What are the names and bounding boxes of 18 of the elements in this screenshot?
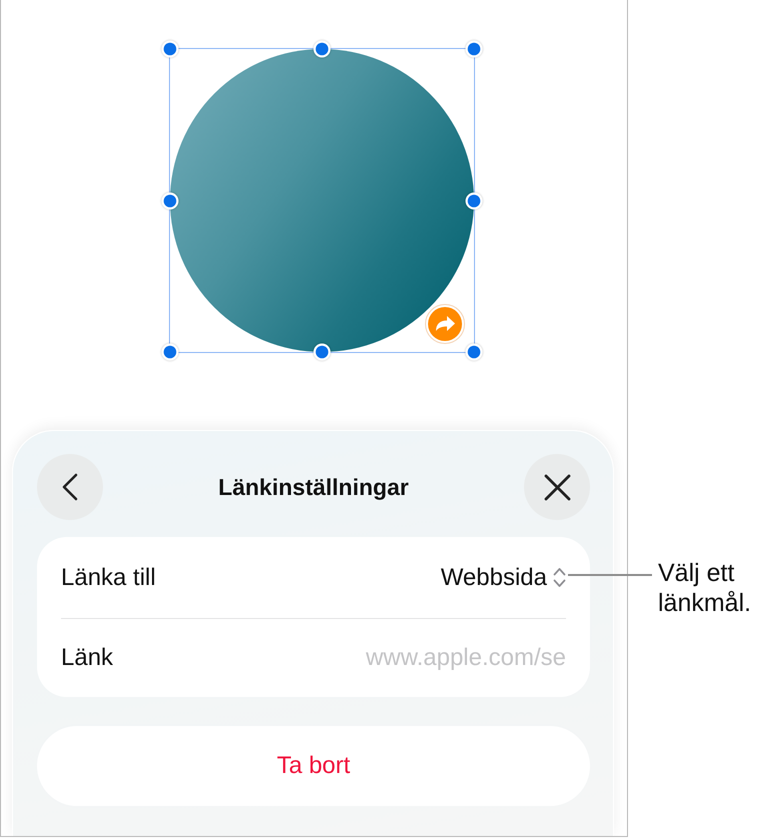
chevron-updown-icon xyxy=(553,567,566,588)
row-label: Länk xyxy=(61,644,114,672)
delete-button[interactable]: Ta bort xyxy=(37,726,590,806)
resize-handle[interactable] xyxy=(313,343,331,361)
callout-text: Välj ett länkmål. xyxy=(658,558,752,618)
resize-handle[interactable] xyxy=(161,192,179,210)
resize-handle[interactable] xyxy=(161,343,179,361)
link-type-picker[interactable]: Webbsida xyxy=(440,564,566,592)
resize-handle[interactable] xyxy=(465,40,483,58)
link-field[interactable]: www.apple.com/se xyxy=(113,644,566,672)
close-icon xyxy=(544,474,570,500)
resize-handle[interactable] xyxy=(313,40,331,58)
resize-handle[interactable] xyxy=(161,40,179,58)
resize-handle[interactable] xyxy=(465,192,483,210)
chevron-left-icon xyxy=(62,473,78,501)
panel-title: Länkinställningar xyxy=(217,474,410,500)
row-label: Länka till xyxy=(61,564,156,592)
resize-handle[interactable] xyxy=(465,343,483,361)
